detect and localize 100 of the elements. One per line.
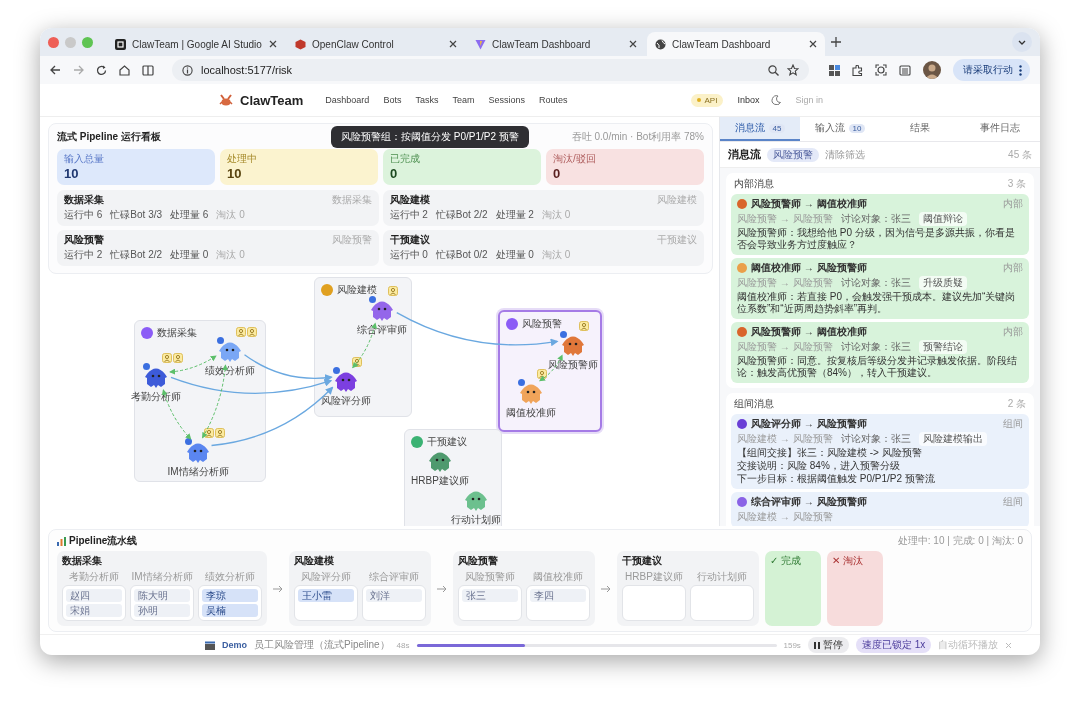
panel-tab[interactable]: 事件日志 — [960, 117, 1040, 141]
panel-tab[interactable]: 消息流 45 — [720, 117, 800, 141]
browser-tab[interactable]: ClawTeam Dashboard — [467, 32, 645, 56]
throughput-summary: 吞吐 0.0/min · Bot利用率 78% — [571, 130, 704, 144]
section-count: 3 条 — [1007, 177, 1026, 191]
employee-chip[interactable]: 李琼 — [202, 589, 258, 602]
column-title: ✓ 完成 — [770, 554, 803, 568]
inbox-link[interactable]: Inbox — [737, 95, 760, 105]
group-metric: 忙碌Bot 0/2 — [435, 248, 488, 262]
group-metric: 处理量 6 — [170, 208, 209, 222]
employee-chip[interactable]: 王小雷 — [298, 589, 354, 602]
zoom-icon[interactable] — [768, 64, 779, 76]
total-time: 159s — [783, 640, 801, 650]
browser-tab[interactable]: ClawTeam | Google AI Studio — [107, 32, 285, 56]
employee-chip[interactable]: 陈大明 — [134, 589, 190, 602]
group-panel[interactable]: 干预建议 HRBP建议师 行动计划师 — [404, 429, 502, 526]
group-name: 干预建议 — [389, 233, 430, 247]
nav-link[interactable]: Team — [452, 95, 475, 105]
group-tag: 风险预警 — [331, 233, 372, 247]
employee-chip[interactable]: 宋娟 — [66, 604, 122, 617]
employee-chip[interactable]: 刘洋 — [366, 589, 422, 602]
message-route: 风险建模 → 风险预警 — [737, 510, 833, 524]
message-card[interactable]: 风险预警师 → 阈值校准师 内部 风险预警 → 风险预警 讨论对象：张三 阈值辩论 风险预警师：我想给他 P0 分级，因为信号是多源共振，你看是否会导致业务方过度触应？ — [731, 194, 1029, 255]
employee-chip[interactable]: 张三 — [462, 589, 518, 602]
message-subject: 讨论对象：张三 — [840, 212, 911, 226]
nav-link[interactable]: Dashboard — [325, 95, 370, 105]
employee-chip[interactable]: 吴楠 — [202, 604, 258, 617]
browser-tab[interactable]: ClawTeam Dashboard — [647, 32, 825, 56]
section-title: 组间消息 — [734, 397, 774, 411]
stage-name: 干预建议 — [622, 554, 663, 568]
role-name: 风险预警师 — [465, 570, 515, 584]
employee-chip[interactable]: 李四 — [530, 589, 586, 602]
employee-chip[interactable]: 孙明 — [134, 604, 190, 617]
reload-icon[interactable] — [96, 64, 107, 76]
sidebar-icon[interactable] — [899, 64, 911, 76]
back-icon[interactable] — [50, 65, 61, 75]
pause-button[interactable]: 暂停 — [807, 637, 849, 653]
close-icon[interactable] — [449, 40, 457, 48]
browser-tab[interactable]: OpenClaw Control — [287, 32, 465, 56]
board-title: 流式 Pipeline 运行看板 — [57, 130, 161, 144]
address-bar[interactable]: localhost:5177/risk — [172, 59, 809, 81]
clapper-icon — [205, 640, 215, 650]
person-badge-icon — [162, 353, 172, 363]
message-card[interactable]: 阈值校准师 → 风险预警师 内部 风险预警 → 风险预警 讨论对象：张三 升级质疑 阈值校准师：若直接 P0，会触发强干预成本。建议先加“关键岗位系数”和“近两周趋势斜率”再判。 — [731, 258, 1029, 319]
extensions-grid-icon[interactable] — [829, 64, 840, 76]
puzzle-icon[interactable] — [852, 64, 863, 76]
message-card[interactable]: 综合评审师 → 风险预警师 组间 风险建模 → 风险预警 — [731, 492, 1029, 526]
group-panel[interactable]: 风险预警 风险预警师 阈值校准师 — [498, 310, 602, 432]
new-tab-icon[interactable] — [831, 37, 841, 47]
message-card[interactable]: 风险评分师 → 风险预警师 组间 风险建模 → 风险预警 讨论对象：张三 风险建模输出 【组间交接】张三：风险建模 -> 风险预警 交接说明：风险 84%，进入预警分级 下一步目标：根据阈值触发 P0/P1/P2 预警流 — [731, 414, 1029, 489]
lens-icon[interactable] — [875, 64, 887, 76]
message-text: 阈值校准师：若直接 P0，会触发强干预成本。建议先加“关键岗位系数”和“近两周趋势斜率”再判。 — [737, 291, 1017, 315]
stage-name: 数据采集 — [62, 554, 103, 568]
nav-link[interactable]: Routes — [538, 95, 568, 105]
home-icon[interactable] — [119, 64, 130, 76]
close-icon[interactable] — [269, 40, 277, 48]
role-name: HRBP建议师 — [625, 570, 683, 584]
close-window-button[interactable] — [48, 36, 59, 48]
message-route: 风险预警 → 风险预警 — [737, 340, 833, 354]
info-icon[interactable] — [182, 64, 193, 76]
role-name: 综合评审师 — [369, 570, 419, 584]
action-button[interactable]: 请采取行动 — [953, 59, 1030, 81]
group-name: 风险建模 — [337, 283, 377, 297]
stage-name: 风险预警 — [458, 554, 499, 568]
role-name: 阈值校准师 — [533, 570, 583, 584]
nav-link[interactable]: Tasks — [415, 95, 439, 105]
person-badge-icon — [204, 428, 214, 438]
close-icon[interactable] — [629, 40, 637, 48]
group-metric: 淘汰 0 — [541, 248, 571, 262]
panel-tab[interactable]: 结果 — [880, 117, 960, 141]
tooltip: 风险预警组：按阈值分发 P0/P1/P2 预警 — [331, 126, 529, 148]
chat-arrow — [352, 322, 377, 369]
star-icon[interactable] — [787, 64, 799, 76]
close-icon[interactable] — [809, 40, 817, 48]
filter-chip[interactable]: 风险预警 — [767, 147, 819, 162]
split-view-icon[interactable] — [142, 64, 154, 76]
role-name: 考勤分析师 — [69, 570, 119, 584]
profile-avatar[interactable] — [923, 61, 941, 79]
panel-tab[interactable]: 输入流 10 — [800, 117, 880, 141]
person-badge-icon — [215, 428, 225, 438]
nav-link[interactable]: Sessions — [488, 95, 525, 105]
speed-badge[interactable]: 速度已锁定 1x — [855, 637, 932, 653]
message-route: 风险预警 → 风险预警 — [737, 212, 833, 226]
tab-list-button[interactable] — [1012, 32, 1032, 52]
person-badge-icon — [352, 357, 362, 367]
message-sender: 阈值校准师 → 风险预警师 — [751, 261, 867, 275]
group-metric: 忙碌Bot 3/3 — [110, 208, 163, 222]
demo-label: Demo — [222, 640, 247, 650]
message-total: 45 条 — [1008, 147, 1032, 162]
employee-chip[interactable]: 赵四 — [66, 589, 122, 602]
message-card[interactable]: 风险预警师 → 阈值校准师 内部 风险预警 → 风险预警 讨论对象：张三 预警结论 风险预警师：同意。按复核后等级分发并记录触发依据。阶段结论：触发高优预警（84%），转入干预建议。 — [731, 322, 1029, 383]
group-metric: 忙碌Bot 2/2 — [435, 208, 488, 222]
role-name: 行动计划师 — [697, 570, 747, 584]
moon-icon[interactable] — [771, 95, 782, 105]
stage-name: 风险建模 — [294, 554, 335, 568]
message-type: 内部 — [1003, 325, 1023, 339]
api-status-badge: API — [691, 93, 724, 107]
progress-track[interactable] — [416, 643, 777, 647]
role-name: 风险评分师 — [301, 570, 351, 584]
nav-link[interactable]: Bots — [383, 95, 402, 105]
